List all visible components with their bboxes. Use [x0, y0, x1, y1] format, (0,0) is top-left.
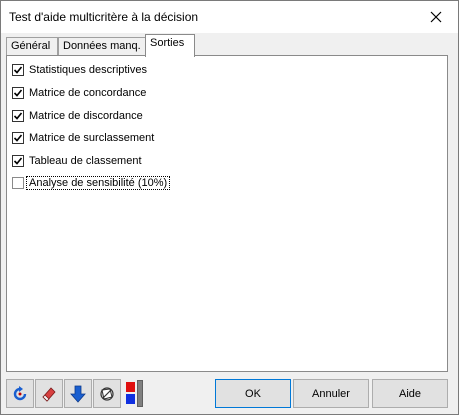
checkbox-matrice-discordance[interactable]	[12, 110, 24, 122]
option-matrice-concordance[interactable]: Matrice de concordance	[12, 85, 146, 101]
down-arrow-icon	[70, 385, 86, 403]
reset-button[interactable]	[6, 379, 34, 408]
tab-sorties[interactable]: Sorties	[145, 34, 195, 57]
option-label: Analyse de sensibilité (10%)	[25, 176, 171, 190]
option-matrice-surclassement[interactable]: Matrice de surclassement	[12, 130, 154, 146]
option-label: Tableau de classement	[29, 155, 142, 167]
option-statistiques-descriptives[interactable]: Statistiques descriptives	[12, 62, 147, 78]
color-selector[interactable]	[123, 379, 143, 408]
checkbox-matrice-concordance[interactable]	[12, 87, 24, 99]
bottom-toolbar: OK Annuler Aide	[6, 379, 451, 409]
option-label: Statistiques descriptives	[29, 64, 147, 76]
checkbox-statistiques-descriptives[interactable]	[12, 64, 24, 76]
option-label: Matrice de surclassement	[29, 132, 155, 144]
color-bar	[137, 380, 143, 407]
ok-button[interactable]: OK	[215, 379, 291, 408]
deselect-button[interactable]	[93, 379, 121, 408]
tab-donnees-manquantes[interactable]: Données manq.	[58, 37, 146, 56]
option-label: Matrice de concordance	[29, 87, 147, 99]
window-title: Test d'aide multicritère à la décision	[9, 10, 199, 24]
checkmark-icon	[13, 112, 23, 120]
tab-general[interactable]: Général	[6, 37, 58, 56]
checkmark-icon	[13, 134, 23, 142]
checkmark-icon	[13, 157, 23, 165]
option-tableau-classement[interactable]: Tableau de classement	[12, 153, 142, 169]
option-matrice-discordance[interactable]: Matrice de discordance	[12, 108, 143, 124]
help-button[interactable]: Aide	[372, 379, 448, 408]
option-analyse-sensibilite[interactable]: Analyse de sensibilité (10%)	[12, 175, 171, 191]
title-bar: Test d'aide multicritère à la décision	[1, 1, 458, 33]
dialog-window: Test d'aide multicritère à la décision G…	[0, 0, 459, 415]
reset-icon	[13, 385, 27, 400]
cancel-button[interactable]: Annuler	[293, 379, 369, 408]
checkmark-icon	[13, 66, 23, 74]
color-swatch-red[interactable]	[126, 382, 135, 392]
eraser-button[interactable]	[35, 379, 63, 408]
no-selection-icon	[100, 386, 114, 401]
option-label: Matrice de discordance	[29, 110, 143, 122]
checkbox-matrice-surclassement[interactable]	[12, 132, 24, 144]
close-icon	[430, 11, 442, 23]
checkbox-tableau-classement[interactable]	[12, 155, 24, 167]
checkmark-icon	[13, 89, 23, 97]
checkbox-analyse-sensibilite[interactable]	[12, 177, 24, 189]
close-button[interactable]	[414, 1, 458, 33]
eraser-icon	[42, 386, 56, 402]
move-down-button[interactable]	[64, 379, 92, 408]
color-swatch-blue[interactable]	[126, 394, 135, 404]
sorties-panel: Statistiques descriptives Matrice de con…	[6, 55, 448, 372]
